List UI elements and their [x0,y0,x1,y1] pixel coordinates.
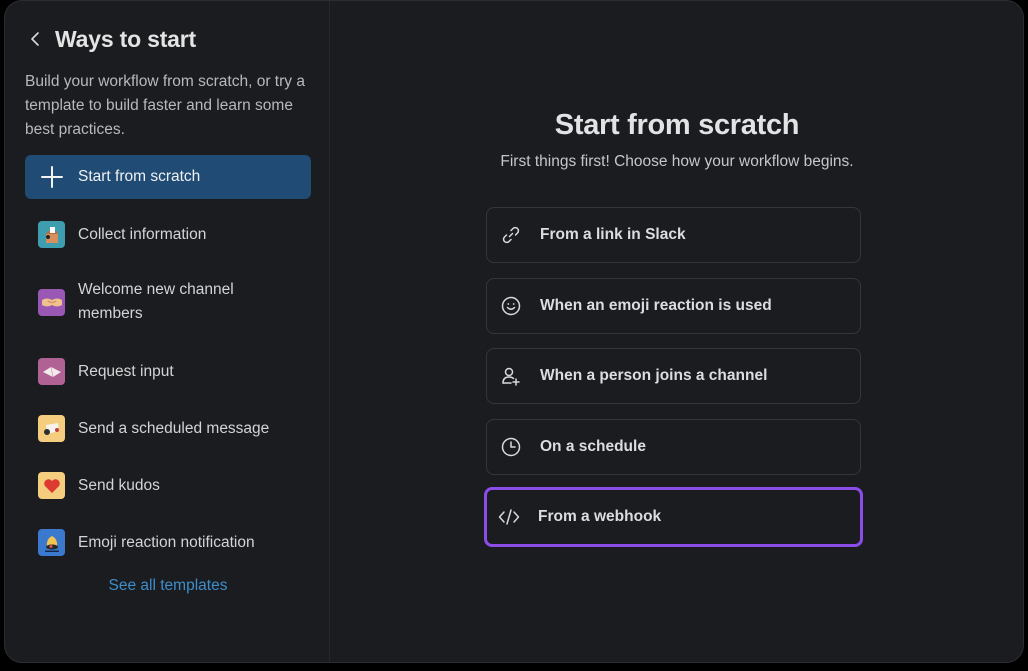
sidebar-item-label: Start from scratch [78,168,201,185]
sidebar-item-emoji-reaction-notification[interactable]: Emoji reaction notification [25,529,311,556]
main-panel: Start from scratch First things first! C… [331,1,1023,662]
option-link-in-slack[interactable]: From a link in Slack [486,207,861,263]
scroll-icon [38,415,65,442]
link-icon [500,224,522,246]
option-label: On a schedule [540,437,646,455]
option-from-webhook[interactable]: From a webhook [484,487,863,547]
open-book-icon [38,358,65,385]
page-subtitle: First things first! Choose how your work… [500,153,854,170]
chevron-left-icon [31,32,39,46]
sidebar-item-send-kudos[interactable]: Send kudos [25,472,311,499]
plus-icon [38,164,65,191]
page-title: Start from scratch [554,109,800,141]
option-label: From a link in Slack [540,226,686,243]
sidebar-item-request-input[interactable]: Request input [25,358,311,385]
clock-icon [500,436,522,458]
sidebar: Ways to start Build your workflow from s… [5,1,330,662]
sidebar-description: Build your workflow from scratch, or try… [25,73,305,138]
see-all-templates-link[interactable]: See all templates [25,577,311,595]
heart-icon [38,472,65,499]
sidebar-item-send-scheduled-message[interactable]: Send a scheduled message [25,415,311,442]
option-emoji-reaction[interactable]: When an emoji reaction is used [486,277,861,334]
sidebar-item-label: Send kudos [78,476,160,494]
sidebar-item-label: Send a scheduled message [78,419,270,437]
option-label: From a webhook [538,508,662,525]
sidebar-header: Ways to start [25,25,196,53]
code-icon [498,506,520,528]
sidebar-item-label: Request input [78,362,174,380]
person-add-icon [500,365,522,387]
bell-icon [38,529,65,556]
sidebar-item-start-from-scratch[interactable]: Start from scratch [25,155,311,199]
option-label: When a person joins a channel [540,367,768,384]
back-button[interactable] [25,25,45,53]
handshake-icon [38,288,65,316]
option-on-schedule[interactable]: On a schedule [486,418,861,475]
smiley-icon [500,295,522,317]
sidebar-item-label: Welcome new channel members [78,281,234,322]
option-label: When an emoji reaction is used [540,296,772,314]
trigger-options: From a link in Slack When an emoji react… [484,207,863,562]
ballot-box-icon [38,221,65,248]
option-person-joins-channel[interactable]: When a person joins a channel [486,348,861,404]
workflow-builder-window: Ways to start Build your workflow from s… [4,0,1024,663]
sidebar-item-welcome-new-channel-members[interactable]: Welcome new channel members [25,278,311,326]
sidebar-item-label: Collect information [78,225,207,243]
sidebar-item-label: Emoji reaction notification [78,533,255,551]
sidebar-title: Ways to start [55,25,196,52]
sidebar-item-collect-information[interactable]: Collect information [25,221,311,248]
template-list: Start from scratch Collect information W… [25,155,311,556]
